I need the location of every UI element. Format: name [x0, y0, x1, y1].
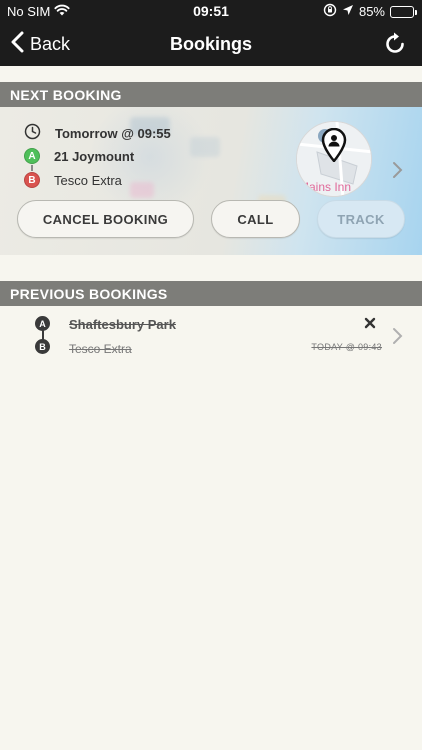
dropoff-marker-icon: B: [35, 339, 50, 354]
pickup-row: A 21 Joymount: [24, 148, 134, 164]
previous-booking-time: TODAY @ 09:43: [311, 342, 382, 352]
location-arrow-icon: [342, 4, 354, 19]
previous-dropoff-address: Tesco Extra: [69, 342, 132, 356]
previous-bookings-header: PREVIOUS BOOKINGS: [0, 281, 422, 306]
refresh-icon: [382, 32, 408, 61]
map-background-shape: [190, 137, 220, 157]
dropoff-row: B Tesco Extra: [24, 172, 122, 188]
refresh-button[interactable]: [382, 31, 408, 57]
route-connector: [31, 165, 33, 171]
previous-booking-row[interactable]: [0, 306, 422, 362]
clock-icon: [24, 123, 41, 143]
map-background-shape: [130, 182, 154, 198]
status-bar: No SIM 09:51 85%: [0, 0, 422, 22]
driver-location-pin-icon: [320, 127, 348, 167]
navigation-bar: Back Bookings: [0, 22, 422, 66]
dropoff-address: Tesco Extra: [54, 172, 122, 188]
pickup-address: 21 Joymount: [54, 148, 135, 164]
call-button[interactable]: CALL: [211, 200, 300, 238]
battery-percent: 85%: [358, 4, 385, 19]
dropoff-marker-icon: B: [24, 172, 40, 188]
next-booking-card[interactable]: Tomorrow @ 09:55 A 21 Joymount B Tesco E…: [0, 107, 422, 255]
map-thumbnail[interactable]: s Mains Inn: [296, 121, 372, 197]
booking-time: Tomorrow @ 09:55: [55, 125, 171, 141]
previous-pickup-address: Shaftesbury Park: [69, 317, 176, 332]
map-text-partial: s: [298, 130, 304, 142]
track-button[interactable]: TRACK: [317, 200, 405, 238]
cancelled-x-icon: [364, 316, 376, 329]
map-place-label: Mains Inn: [299, 180, 352, 194]
pickup-marker-icon: A: [35, 316, 50, 331]
orientation-lock-icon: [323, 3, 337, 20]
pickup-marker-icon: A: [24, 148, 40, 164]
chevron-right-icon[interactable]: [392, 327, 404, 345]
page-title: Bookings: [169, 34, 252, 54]
chevron-right-icon[interactable]: [392, 161, 404, 179]
cancel-booking-button[interactable]: CANCEL BOOKING: [17, 200, 194, 238]
booking-time-row: Tomorrow @ 09:55: [24, 123, 171, 143]
next-booking-header: NEXT BOOKING: [0, 82, 422, 107]
battery-icon: [390, 5, 417, 18]
